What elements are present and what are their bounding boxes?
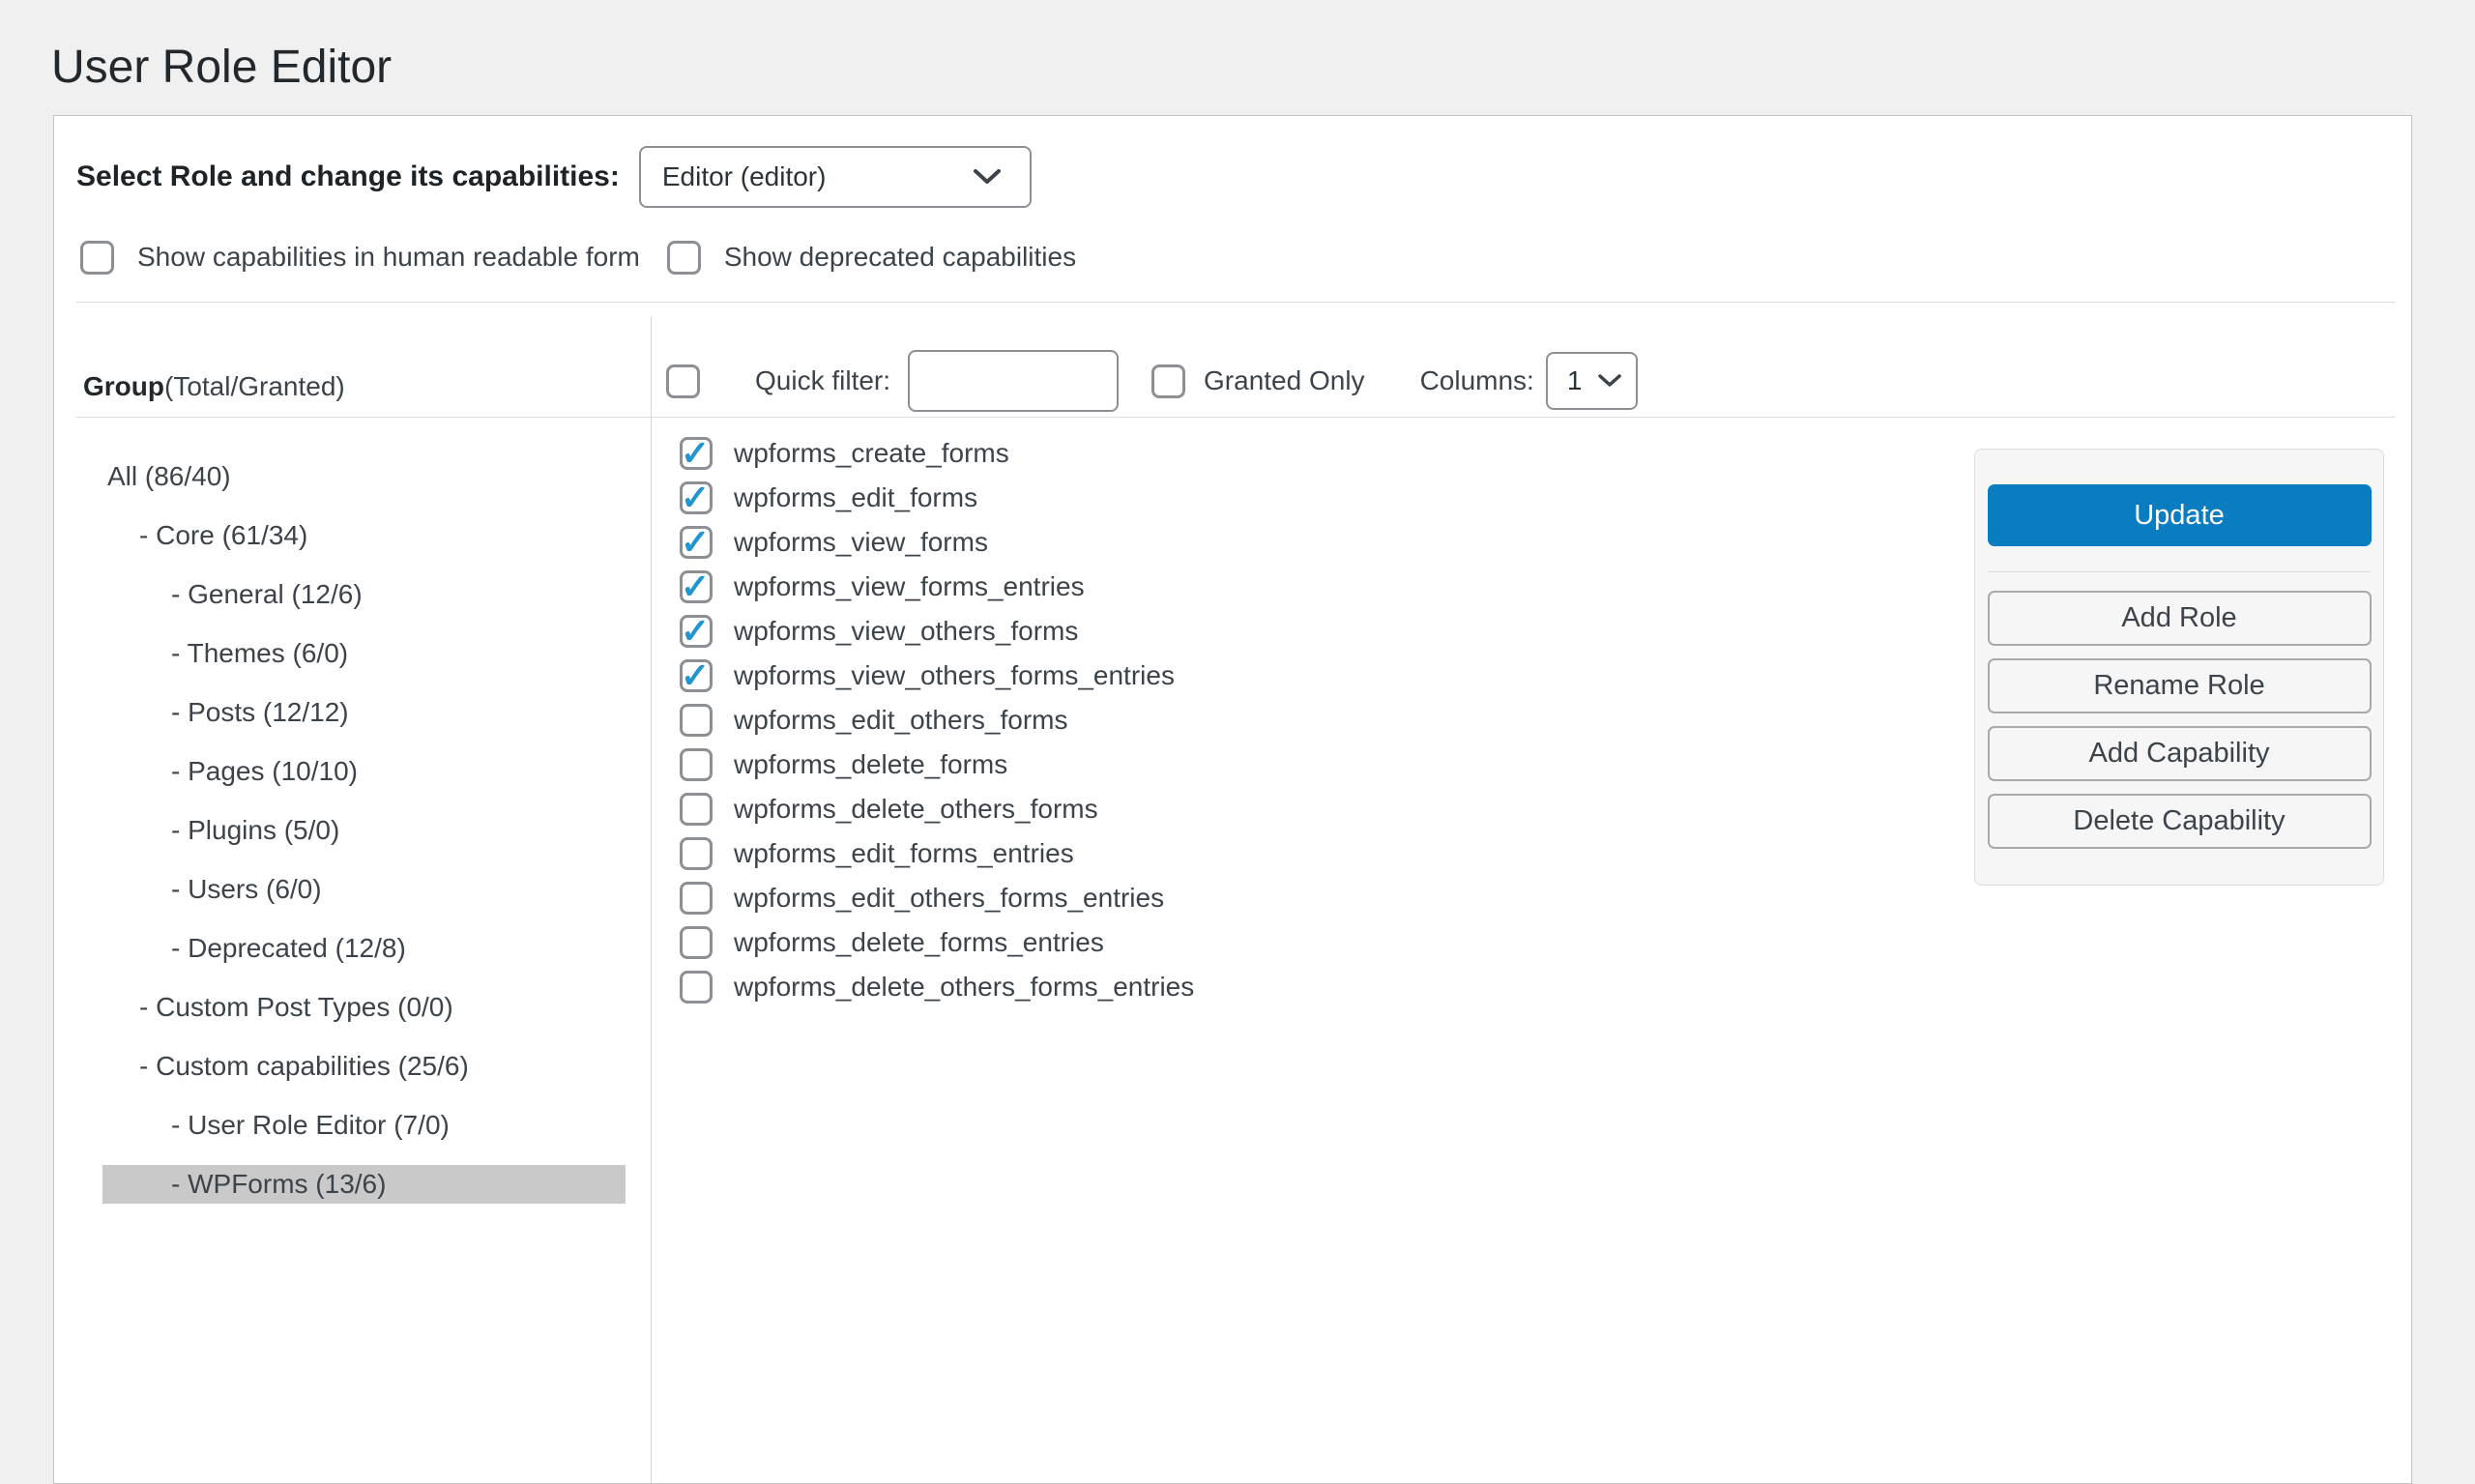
capability-row: wpforms_view_forms_entries <box>652 565 1986 609</box>
deprecated-label: Show deprecated capabilities <box>724 242 1076 273</box>
capabilities-section: Group (Total/Granted) Quick filter: Gran… <box>54 303 2411 1483</box>
quick-filter-label: Quick filter: <box>755 365 890 396</box>
group-tree-item-label: - Custom capabilities (25/6) <box>102 1047 626 1086</box>
group-tree-item-label: All (86/40) <box>102 457 626 496</box>
granted-only-checkbox[interactable] <box>1151 364 1185 398</box>
capability-checkbox[interactable] <box>680 570 713 603</box>
capability-checkbox[interactable] <box>680 748 713 781</box>
capability-checkbox[interactable] <box>680 971 713 1004</box>
role-select[interactable]: Editor (editor) <box>639 146 1032 208</box>
capability-row: wpforms_edit_forms_entries <box>652 831 1986 876</box>
capability-label: wpforms_edit_others_forms_entries <box>734 883 1164 914</box>
group-tree-item[interactable]: - Users (6/0) <box>102 859 626 918</box>
group-tree-item-label: - Posts (12/12) <box>102 693 626 732</box>
group-tree: All (86/40) - Core (61/34) - General (12/6… <box>54 418 651 1483</box>
rename-role-button[interactable]: Rename Role <box>1988 658 2372 713</box>
group-tree-item[interactable]: - General (12/6) <box>102 565 626 624</box>
capability-checkbox[interactable] <box>680 926 713 959</box>
capability-label: wpforms_view_others_forms_entries <box>734 660 1175 691</box>
group-tree-item-label: - Themes (6/0) <box>102 634 626 673</box>
quick-filter-input[interactable] <box>908 350 1119 412</box>
group-tree-item-label: - Core (61/34) <box>102 516 626 555</box>
group-tree-item-label: - Users (6/0) <box>102 870 626 909</box>
human-readable-checkbox[interactable] <box>80 241 114 275</box>
group-header-bold: Group <box>83 371 164 402</box>
group-tree-item-label: - Pages (10/10) <box>102 752 626 791</box>
capability-label: wpforms_delete_others_forms <box>734 794 1098 825</box>
capability-row: wpforms_edit_forms <box>652 476 1986 520</box>
group-tree-item-label: - Custom Post Types (0/0) <box>102 988 626 1027</box>
capability-row: wpforms_edit_others_forms_entries <box>652 876 1986 920</box>
capability-label: wpforms_delete_forms <box>734 749 1007 780</box>
group-tree-item[interactable]: - Core (61/34) <box>102 506 626 565</box>
select-all-checkbox[interactable] <box>666 364 700 398</box>
group-tree-item[interactable]: - WPForms (13/6) <box>102 1154 626 1213</box>
group-tree-item[interactable]: - Custom capabilities (25/6) <box>102 1036 626 1095</box>
main-panel: Select Role and change its capabilities:… <box>53 115 2412 1484</box>
capability-row: wpforms_view_others_forms <box>652 609 1986 654</box>
role-select-value: Editor (editor) <box>662 161 827 192</box>
capability-row: wpforms_view_others_forms_entries <box>652 654 1986 698</box>
page-title: User Role Editor <box>51 41 392 94</box>
add-capability-button[interactable]: Add Capability <box>1988 726 2372 781</box>
group-tree-item-label: - WPForms (13/6) <box>102 1165 626 1204</box>
capability-checkbox[interactable] <box>680 615 713 648</box>
capability-label: wpforms_view_others_forms <box>734 616 1078 647</box>
actions-divider <box>1988 571 2371 572</box>
group-tree-item[interactable]: - Pages (10/10) <box>102 742 626 800</box>
granted-only-label: Granted Only <box>1204 365 1365 396</box>
capability-checkbox[interactable] <box>680 481 713 514</box>
add-role-button[interactable]: Add Role <box>1988 591 2372 646</box>
group-tree-item[interactable]: - Posts (12/12) <box>102 683 626 742</box>
group-tree-item[interactable]: - Deprecated (12/8) <box>102 918 626 977</box>
human-readable-label: Show capabilities in human readable form <box>137 242 640 273</box>
capability-row: wpforms_view_forms <box>652 520 1986 565</box>
actions-panel: Update Add Role Rename Role Add Capability… <box>1974 449 2384 886</box>
role-select-row: Select Role and change its capabilities:… <box>76 145 1032 209</box>
capability-label: wpforms_create_forms <box>734 438 1009 469</box>
capability-row: wpforms_delete_forms_entries <box>652 920 1986 965</box>
capability-row: wpforms_create_forms <box>652 431 1986 476</box>
delete-capability-button[interactable]: Delete Capability <box>1988 794 2372 849</box>
capability-label: wpforms_edit_forms <box>734 482 977 513</box>
options-row: Show capabilities in human readable form… <box>80 239 1076 276</box>
chevron-down-icon <box>972 167 1003 187</box>
group-tree-item-label: - User Role Editor (7/0) <box>102 1106 626 1145</box>
group-tree-item[interactable]: - Plugins (5/0) <box>102 800 626 859</box>
capability-checkbox[interactable] <box>680 659 713 692</box>
capability-checkbox[interactable] <box>680 837 713 870</box>
capability-label: wpforms_delete_forms_entries <box>734 927 1104 958</box>
capability-label: wpforms_edit_forms_entries <box>734 838 1074 869</box>
capability-label: wpforms_edit_others_forms <box>734 705 1067 736</box>
columns-select-value: 1 <box>1567 365 1583 396</box>
capability-checkbox[interactable] <box>680 793 713 826</box>
group-tree-item[interactable]: - Themes (6/0) <box>102 624 626 683</box>
capability-checkbox[interactable] <box>680 437 713 470</box>
capability-checkbox[interactable] <box>680 882 713 915</box>
group-tree-item[interactable]: - Custom Post Types (0/0) <box>102 977 626 1036</box>
list-header-row: Group (Total/Granted) Quick filter: Gran… <box>54 303 2411 417</box>
columns-label: Columns: <box>1420 365 1534 396</box>
capability-row: wpforms_edit_others_forms <box>652 698 1986 742</box>
capability-label: wpforms_view_forms <box>734 527 988 558</box>
role-select-label: Select Role and change its capabilities: <box>76 160 620 193</box>
capability-row: wpforms_delete_forms <box>652 742 1986 787</box>
update-button[interactable]: Update <box>1988 484 2372 546</box>
group-tree-item-label: - Deprecated (12/8) <box>102 929 626 968</box>
capability-label: wpforms_view_forms_entries <box>734 571 1085 602</box>
capability-checkbox[interactable] <box>680 526 713 559</box>
capability-row: wpforms_delete_others_forms_entries <box>652 965 1986 1009</box>
group-tree-item-label: - General (12/6) <box>102 575 626 614</box>
capability-label: wpforms_delete_others_forms_entries <box>734 972 1194 1003</box>
deprecated-checkbox[interactable] <box>667 241 701 275</box>
group-tree-item[interactable]: All (86/40) <box>102 447 626 506</box>
capability-list: wpforms_create_forms wpforms_edit_formswp… <box>652 418 1986 1483</box>
group-tree-item-label: - Plugins (5/0) <box>102 811 626 850</box>
capability-row: wpforms_delete_others_forms <box>652 787 1986 831</box>
group-header-rest: (Total/Granted) <box>164 371 345 402</box>
capability-checkbox[interactable] <box>680 704 713 737</box>
chevron-down-icon <box>1597 373 1622 389</box>
columns-select[interactable]: 1 <box>1546 352 1638 410</box>
group-tree-item[interactable]: - User Role Editor (7/0) <box>102 1095 626 1154</box>
